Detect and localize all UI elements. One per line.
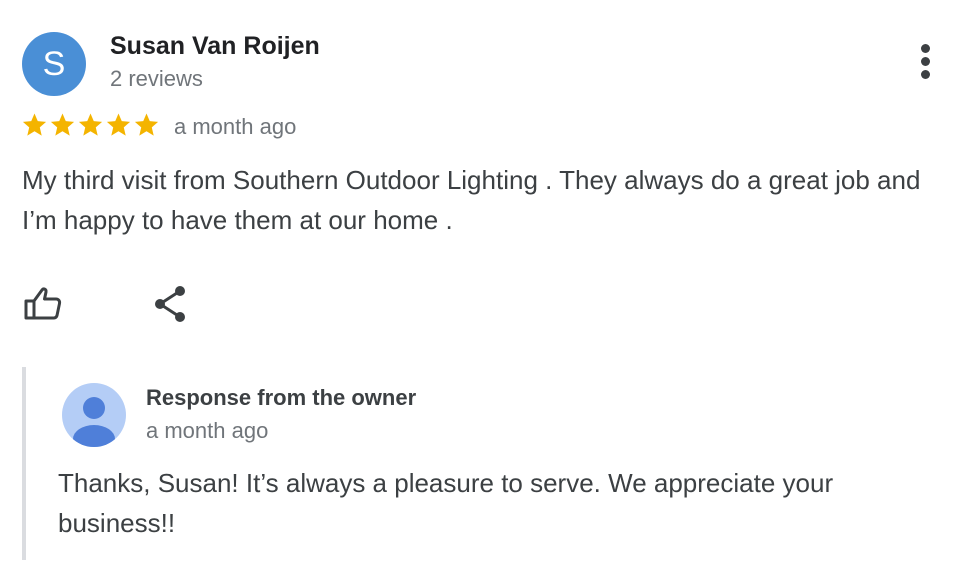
reviewer-avatar[interactable]: S [22, 32, 86, 96]
owner-response-time: a month ago [146, 418, 269, 443]
more-options-button[interactable] [906, 42, 946, 82]
owner-response: Response from the owner a month ago Than… [22, 367, 956, 560]
owner-avatar [62, 383, 126, 447]
reviewer-name[interactable]: Susan Van Roijen [110, 32, 320, 61]
share-icon [155, 286, 185, 322]
thumb-up-icon [24, 287, 62, 320]
review-card: S Susan Van Roijen 2 reviews a month ago… [0, 0, 970, 576]
reviewer-review-count: 2 reviews [110, 66, 203, 91]
star-icon [22, 113, 47, 136]
share-button[interactable] [146, 280, 194, 328]
person-icon [62, 383, 126, 447]
like-button[interactable] [18, 280, 66, 328]
review-text: My third visit from Southern Outdoor Lig… [22, 165, 921, 235]
owner-response-text: Thanks, Susan! It’s always a pleasure to… [58, 468, 834, 538]
owner-response-label: Response from the owner [146, 385, 417, 410]
star-icon [134, 113, 159, 136]
review-time: a month ago [174, 114, 297, 139]
star-icon [78, 113, 103, 136]
star-icon [50, 113, 75, 136]
star-rating [21, 111, 160, 141]
star-icon [106, 113, 131, 136]
more-vert-icon [921, 44, 930, 53]
